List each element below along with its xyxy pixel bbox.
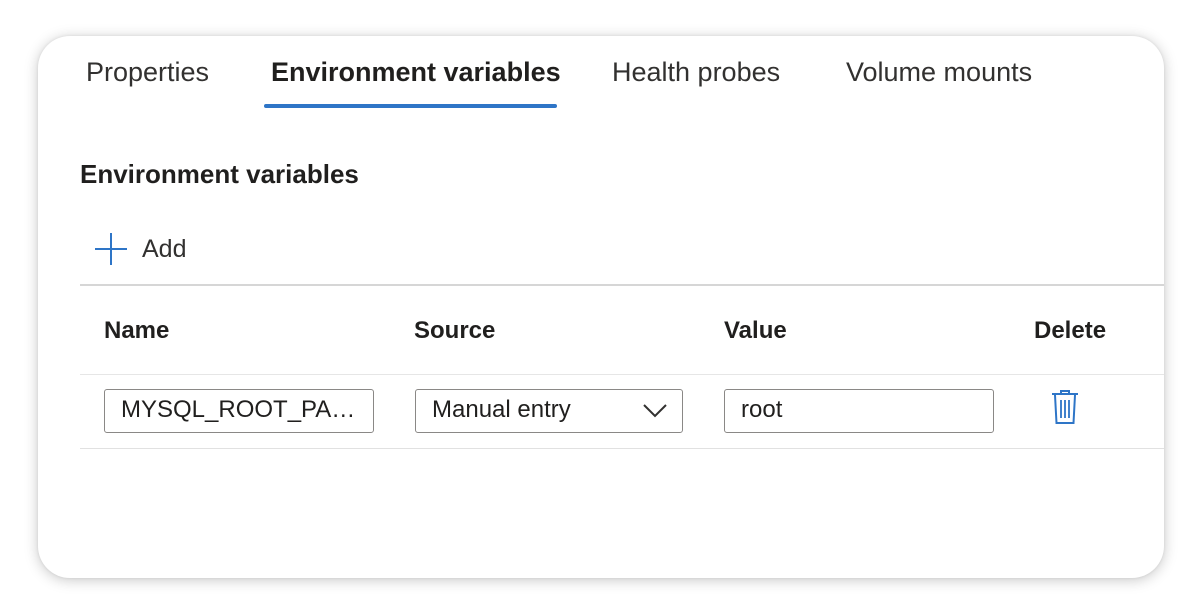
table-bottom-divider	[80, 448, 1164, 449]
column-header-name: Name	[104, 317, 170, 344]
tab-bar: Properties Environment variables Health …	[38, 36, 1164, 108]
source-dropdown-value: Manual entry	[432, 396, 571, 423]
tab-volume-mounts[interactable]: Volume mounts	[846, 56, 1032, 88]
value-input[interactable]: root	[724, 389, 994, 433]
source-dropdown[interactable]: Manual entry	[415, 389, 683, 433]
section-title: Environment variables	[80, 159, 359, 189]
column-header-source: Source	[414, 317, 496, 344]
active-tab-indicator	[264, 104, 557, 108]
add-button-label: Add	[142, 234, 187, 263]
add-button[interactable]: Add	[94, 232, 186, 266]
column-header-value: Value	[724, 317, 787, 344]
trash-icon[interactable]	[1051, 389, 1079, 425]
name-input[interactable]: MYSQL_ROOT_PAS...	[104, 389, 374, 433]
header-divider	[80, 374, 1164, 375]
container-settings-panel: Properties Environment variables Health …	[38, 36, 1164, 578]
plus-icon	[94, 232, 128, 266]
table-top-divider	[80, 284, 1164, 286]
column-header-delete: Delete	[1034, 317, 1107, 344]
tab-environment-variables[interactable]: Environment variables	[271, 56, 561, 88]
tab-health-probes[interactable]: Health probes	[612, 56, 780, 88]
tab-properties[interactable]: Properties	[86, 56, 209, 88]
chevron-down-icon	[643, 404, 667, 418]
